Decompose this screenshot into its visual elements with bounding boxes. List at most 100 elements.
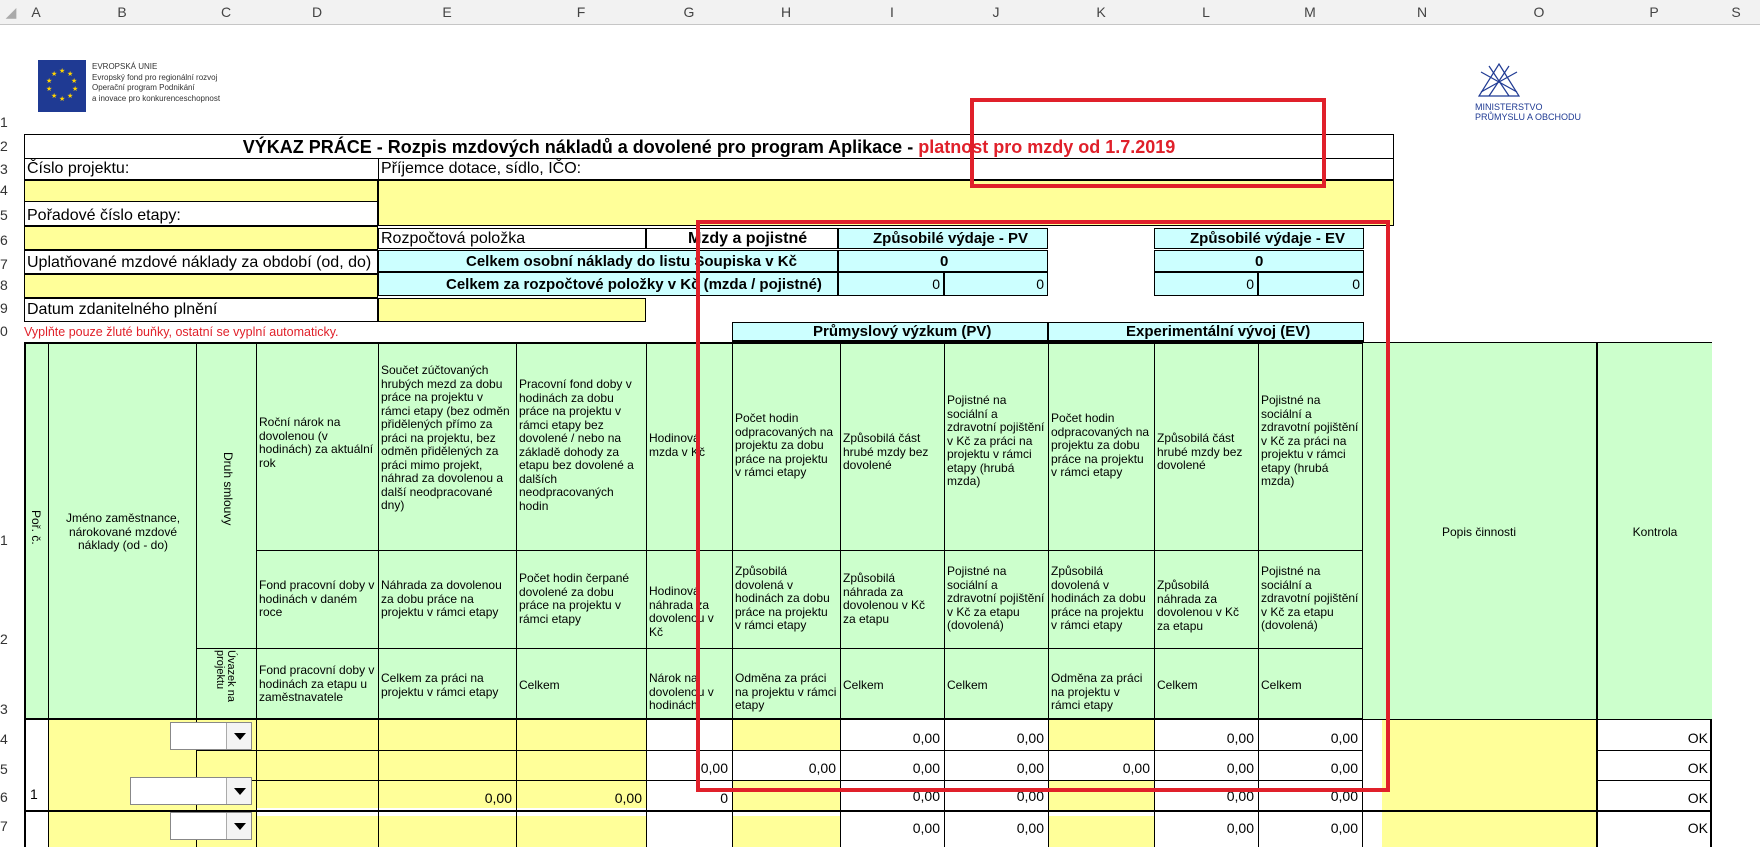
mpo-logo-text: MINISTERSTVO PRŮMYSLU A OBCHODU (1475, 102, 1581, 122)
contract-type-dropdown[interactable] (170, 722, 252, 750)
mpo-emblem-icon (1475, 62, 1523, 100)
svg-text:★: ★ (46, 85, 52, 93)
tax-date-input[interactable] (378, 298, 646, 322)
row-header-10[interactable]: 0 (0, 323, 20, 339)
hdr-workload[interactable]: Úvazek na projektu (214, 650, 237, 720)
row-header-11[interactable]: 1 (0, 532, 20, 548)
page-title[interactable]: VÝKAZ PRÁCE - Rozpis mzdových nákladů a … (243, 137, 918, 157)
recipient-label[interactable]: Příjemce dotace, sídlo, IČO: (381, 160, 581, 178)
budget-item-label[interactable]: Rozpočtová položka (381, 230, 525, 248)
col-header-F[interactable]: F (516, 0, 646, 24)
col-header-K[interactable]: K (1048, 0, 1154, 24)
j-r17: 0,00 (1016, 820, 1044, 836)
col-header-H[interactable]: H (732, 0, 840, 24)
row-header-9[interactable]: 9 (0, 300, 20, 316)
eu-logo-text: EVROPSKÁ UNIE Evropský fond pro regionál… (92, 62, 220, 104)
hdr-row-number[interactable]: Poř. č. (29, 510, 43, 550)
svg-text:★: ★ (71, 77, 77, 85)
i-r17: 0,00 (912, 820, 940, 836)
select-all-corner[interactable]: ◢ (4, 0, 18, 24)
ok-r17: OK (1687, 820, 1708, 836)
ok-r15: OK (1687, 760, 1708, 776)
col-header-P[interactable]: P (1596, 0, 1712, 24)
hdr-f2[interactable]: Počet hodin čerpané dovolené za dobu prá… (519, 571, 643, 626)
highlight-validity-box (970, 98, 1326, 188)
d-input-2[interactable] (256, 816, 646, 847)
eu-logo-line-4: a inovace pro konkurenceschopnost (92, 93, 221, 103)
project-number-input[interactable] (24, 180, 378, 202)
hdr-d2[interactable]: Fond pracovní doby v hodinách v daném ro… (259, 578, 375, 620)
chevron-down-icon[interactable] (226, 813, 251, 839)
highlight-pv-ev-box (696, 220, 1390, 792)
row-header-2[interactable]: 2 (0, 138, 20, 154)
col-header-A[interactable]: A (24, 0, 48, 24)
chevron-down-icon[interactable] (226, 778, 251, 804)
hdr-popis[interactable]: Popis činnosti (1362, 525, 1596, 540)
hdr-e1[interactable]: Součet zúčtovaných hrubých mezd za dobu … (381, 363, 513, 513)
stage-number-input[interactable] (24, 226, 378, 250)
chevron-down-icon[interactable] (226, 723, 251, 749)
g-r16: 0 (720, 790, 728, 806)
row-header-3[interactable]: 3 (0, 161, 20, 177)
e-r16: 0,00 (484, 790, 512, 806)
row-header-16[interactable]: 6 (0, 789, 20, 805)
col-header-L[interactable]: L (1154, 0, 1258, 24)
col-header-G[interactable]: G (646, 0, 732, 24)
hdr-e3[interactable]: Celkem za práci na projektu v rámci etap… (381, 671, 513, 699)
col-header-S[interactable]: S (1712, 0, 1760, 24)
hdr-kontrola[interactable]: Kontrola (1598, 525, 1712, 540)
row-header-5[interactable]: 5 (0, 207, 20, 223)
col-header-D[interactable]: D (256, 0, 378, 24)
row-header-4[interactable]: 4 (0, 182, 20, 198)
col-header-C[interactable]: C (196, 0, 256, 24)
col-header-N[interactable]: N (1362, 0, 1482, 24)
workload-dropdown[interactable] (130, 777, 252, 805)
row-header-14[interactable]: 4 (0, 731, 20, 747)
row-header-6[interactable]: 6 (0, 232, 20, 248)
ok-r14: OK (1687, 730, 1708, 746)
m-r17: 0,00 (1330, 820, 1358, 836)
hdr-e2[interactable]: Náhrada za dovolenou za dobu práce na pr… (381, 578, 513, 620)
eu-logo-line-2: Evropský fond pro regionální rozvoj (92, 72, 218, 82)
mpo-logo-line-1: MINISTERSTVO (1475, 102, 1543, 112)
row-header-12[interactable]: 2 (0, 631, 20, 647)
row-header-1[interactable]: 1 (0, 114, 20, 130)
col-header-B[interactable]: B (48, 0, 196, 24)
col-header-E[interactable]: E (378, 0, 516, 24)
tax-date-label[interactable]: Datum zdanitelného plnění (27, 301, 217, 319)
row-header-15[interactable]: 5 (0, 761, 20, 777)
hdr-d1[interactable]: Roční nárok na dovolenou (v hodinách) za… (259, 415, 375, 470)
eu-flag-logo: ★ ★ ★ ★ ★ ★ ★ ★ ★ ★ (38, 60, 86, 112)
h-input-3[interactable] (732, 816, 840, 847)
activity-description-input[interactable] (1382, 720, 1596, 847)
svg-text:★: ★ (59, 67, 65, 75)
hdr-f3[interactable]: Celkem (519, 678, 643, 693)
row-header-7[interactable]: 7 (0, 256, 20, 272)
contract-type-dropdown-2[interactable] (170, 812, 252, 840)
hdr-employee-name[interactable]: Jméno zaměstnance, nárokované mzdové nák… (56, 511, 190, 553)
hdr-f1[interactable]: Pracovní fond doby v hodinách za dobu pr… (519, 377, 643, 513)
svg-text:★: ★ (46, 77, 52, 85)
project-number-label[interactable]: Číslo projektu: (27, 160, 129, 178)
row-header-17[interactable]: 7 (0, 818, 20, 834)
fill-instruction[interactable]: Vyplňte pouze žluté buňky, ostatní se vy… (24, 325, 339, 339)
period-input[interactable] (24, 274, 378, 298)
svg-text:★: ★ (51, 92, 57, 100)
eu-logo-line-1: EVROPSKÁ UNIE (92, 62, 158, 71)
mpo-logo-line-2: PRŮMYSLU A OBCHODU (1475, 112, 1582, 122)
ok-r16: OK (1687, 790, 1708, 806)
stage-number-label[interactable]: Pořadové číslo etapy: (27, 207, 181, 225)
row-header-13[interactable]: 3 (0, 701, 20, 717)
col-header-O[interactable]: O (1482, 0, 1596, 24)
col-header-J[interactable]: J (944, 0, 1048, 24)
k-input-3[interactable] (1048, 816, 1154, 847)
col-header-I[interactable]: I (840, 0, 944, 24)
eu-logo-line-3: Operační program Podnikání (92, 83, 195, 92)
claimed-costs-label[interactable]: Uplatňované mzdové náklady za období (od… (27, 254, 371, 272)
hdr-d3[interactable]: Fond pracovní doby v hodinách za etapu u… (259, 663, 375, 705)
col-header-M[interactable]: M (1258, 0, 1362, 24)
hdr-contract-type[interactable]: Druh smlouvy (221, 452, 235, 542)
svg-text:★: ★ (51, 70, 57, 78)
svg-text:★: ★ (59, 95, 65, 103)
row-header-8[interactable]: 8 (0, 277, 20, 293)
